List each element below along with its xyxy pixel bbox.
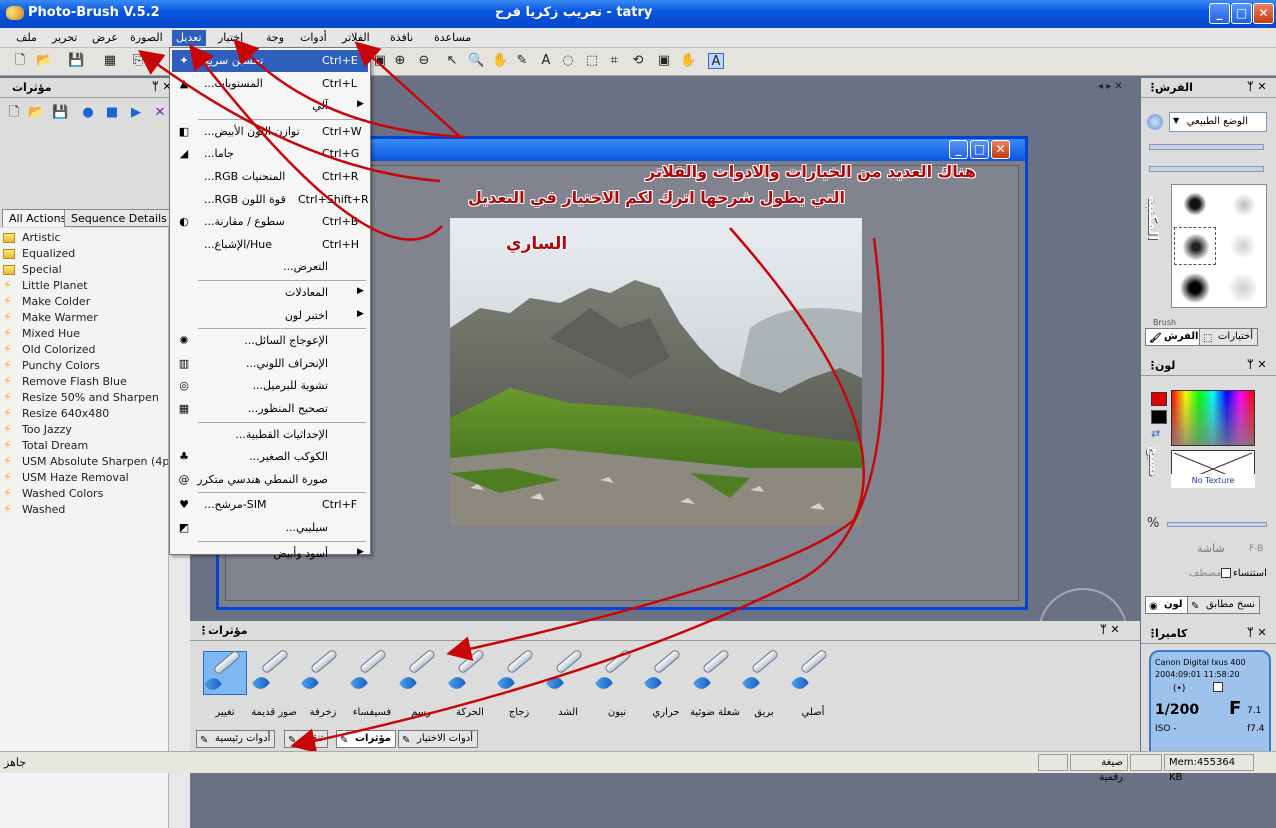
arrow-to-effects-tab [290, 237, 885, 754]
annotation-arrows [137, 38, 885, 754]
status-box [1038, 754, 1068, 771]
arrow-to-select-menu [233, 38, 466, 139]
arrow-to-effects [446, 227, 866, 661]
status-box [1130, 754, 1162, 771]
status-mode: صيغة رقمية [1070, 754, 1128, 783]
arrow-to-image-menu [137, 50, 441, 183]
status-bar: جاهز صيغة رقمية Mem:455364 KB [0, 751, 1276, 783]
status-memory: Mem:455364 KB [1164, 754, 1254, 783]
status-ready: جاهز [4, 756, 27, 769]
arrow-to-adjust-menu [188, 44, 443, 241]
